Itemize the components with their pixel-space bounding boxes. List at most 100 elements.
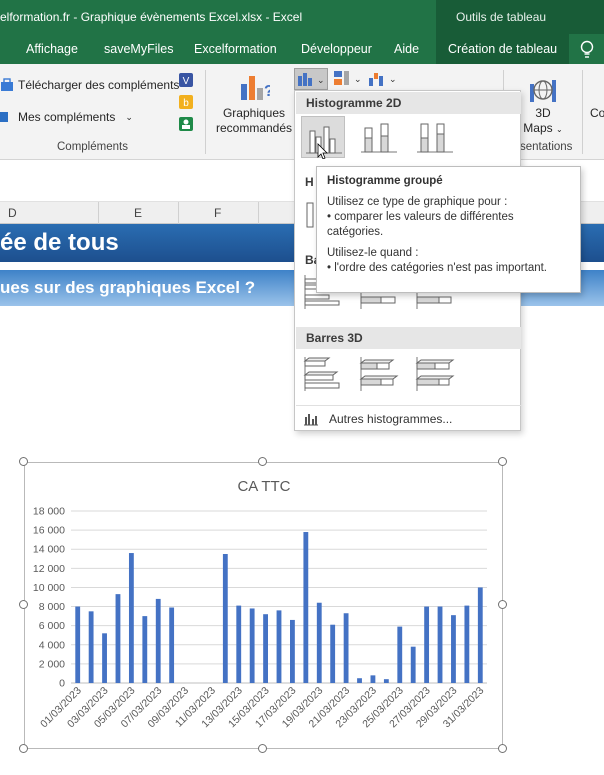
tab-excelformation[interactable]: Excelformation [194, 42, 277, 56]
y-tick-label: 2 000 [39, 658, 65, 670]
recommended-charts-label-2: recommandés [215, 121, 293, 135]
bar[interactable] [75, 606, 81, 683]
bar[interactable] [383, 679, 389, 683]
tab-aide[interactable]: Aide [394, 42, 419, 56]
chart-resize-handle[interactable] [258, 457, 267, 466]
recommended-charts-icon[interactable]: ? [238, 70, 270, 104]
lightbulb-icon[interactable] [578, 40, 596, 60]
bar[interactable] [169, 607, 175, 683]
bar[interactable] [263, 614, 268, 683]
chart-resize-handle[interactable] [19, 744, 28, 753]
y-tick-label: 6 000 [39, 620, 65, 632]
maps-3d-button[interactable]: 3D Maps ⌄ [518, 106, 568, 137]
bar[interactable] [128, 553, 134, 683]
bar[interactable] [115, 594, 121, 683]
column-header-e[interactable]: E [134, 206, 142, 220]
more-column-charts-item[interactable]: Autres histogrammes... [296, 405, 521, 431]
tab-developpeur[interactable]: Développeur [301, 42, 372, 56]
menu-section-2d: Histogramme 2D [296, 92, 521, 114]
chart-resize-handle[interactable] [19, 600, 28, 609]
column-divider [258, 202, 259, 224]
bar[interactable] [477, 587, 483, 683]
column-chart-button[interactable]: ⌄ [294, 68, 328, 90]
download-addins-button[interactable]: Télécharger des compléments [0, 78, 179, 92]
bar[interactable] [316, 602, 322, 683]
tooltip-line-4: • l'ordre des catégories n'est pas impor… [327, 262, 547, 274]
chart-resize-handle[interactable] [498, 457, 507, 466]
bar[interactable] [249, 608, 255, 683]
svg-text:?: ? [264, 83, 270, 100]
chart-resize-handle[interactable] [19, 457, 28, 466]
bar[interactable] [424, 606, 430, 683]
bar[interactable] [290, 619, 295, 683]
clustered-column-option[interactable] [301, 116, 345, 160]
stacked-bar-3d-option[interactable] [357, 353, 401, 395]
waterfall-chart-icon[interactable]: ⌄ [368, 70, 398, 88]
visio-icon[interactable]: V [178, 72, 194, 88]
chart-type-tooltip: Histogramme groupé Utilisez ce type de g… [316, 166, 581, 293]
my-addins-button[interactable]: Mes compléments ⌄ [0, 110, 133, 124]
y-tick-label: 10 000 [33, 582, 65, 594]
banner-subtitle-text: ues sur des graphiques Excel ? [0, 278, 256, 297]
bar[interactable] [88, 611, 94, 683]
title-bar: elformation.fr - Graphique évènements Ex… [0, 0, 604, 34]
y-tick-label: 16 000 [33, 525, 65, 537]
bar[interactable] [222, 554, 228, 683]
bar[interactable] [276, 610, 282, 683]
bar[interactable] [464, 605, 470, 683]
bar[interactable] [451, 615, 456, 683]
bar-3d-stacked-icon [359, 357, 399, 391]
menu-section-bar3d: Barres 3D [296, 327, 521, 349]
more-charts-icon [304, 414, 318, 426]
column-divider [178, 202, 179, 224]
tab-savemyfiles[interactable]: saveMyFiles [104, 42, 173, 56]
bar[interactable] [236, 605, 242, 683]
stacked-100-bar-3d-option[interactable] [413, 353, 457, 395]
svg-text:⌄: ⌄ [354, 75, 362, 85]
chart-title[interactable]: CA TTC [237, 478, 290, 495]
svg-text:⌄: ⌄ [317, 76, 325, 86]
bar[interactable] [370, 675, 376, 683]
bar[interactable] [142, 616, 148, 683]
svg-text:b: b [183, 98, 189, 109]
column-header-f[interactable]: F [214, 206, 221, 220]
column-header-d[interactable]: D [8, 206, 17, 220]
bar[interactable] [155, 598, 161, 683]
stacked-column-option[interactable] [357, 116, 401, 158]
hierarchy-chart-icon[interactable]: ⌄ [333, 70, 363, 88]
recommended-charts-button[interactable]: Graphiques recommandés [212, 106, 296, 136]
bar[interactable] [343, 613, 349, 683]
tab-creation-de-tableau[interactable]: Création de tableau [436, 34, 570, 64]
more-column-charts-label: Autres histogrammes... [329, 412, 453, 426]
bar[interactable] [330, 624, 336, 683]
bar[interactable] [357, 678, 362, 683]
map-3d-icon[interactable] [528, 72, 558, 106]
y-tick-label: 0 [59, 678, 65, 690]
chart-area[interactable]: CA TTC 0 2 000 4 000 6 000 8 000 10 000 12 000… [24, 462, 503, 749]
chart-resize-handle[interactable] [498, 744, 507, 753]
bar-3d-icon [303, 357, 340, 391]
stacked-100-column-icon [417, 123, 453, 153]
recommended-charts-label-1: Graphiques [222, 106, 286, 120]
column-chart-icon: ⌄ [298, 73, 325, 86]
tab-affichage[interactable]: Affichage [26, 42, 78, 56]
bar[interactable] [303, 532, 309, 683]
column-divider [98, 202, 99, 224]
ribbon-tabs: Affichage saveMyFiles Excelformation Dév… [0, 34, 604, 64]
chart-resize-handle[interactable] [498, 600, 507, 609]
context-tab-group: Outils de tableau [436, 0, 604, 34]
tooltip-line-1: Utilisez ce type de graphique pour : [327, 196, 508, 208]
bar-chart: CA TTC 0 2 000 4 000 6 000 8 000 10 000 12 000… [33, 478, 487, 730]
stacked-100-column-option[interactable] [413, 116, 457, 158]
bing-icon[interactable]: b [178, 94, 194, 110]
bar[interactable] [397, 626, 403, 683]
menu-section-3d-cut: H [305, 175, 314, 189]
bar[interactable] [102, 633, 107, 683]
clustered-bar-3d-option[interactable] [301, 353, 345, 395]
y-tick-label: 14 000 [33, 544, 65, 556]
bar[interactable] [410, 646, 416, 683]
bar[interactable] [437, 606, 443, 683]
chart-resize-handle[interactable] [258, 744, 267, 753]
people-graph-icon[interactable] [178, 116, 194, 132]
cut-off-ribbon-label[interactable]: Co [590, 106, 604, 120]
